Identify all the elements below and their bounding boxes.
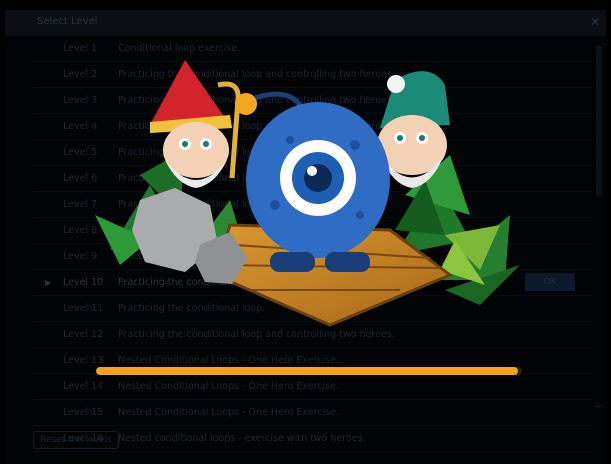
loading-progress-bar [96,367,522,375]
loading-splash-art [95,60,520,327]
loading-progress-fill [96,367,518,375]
